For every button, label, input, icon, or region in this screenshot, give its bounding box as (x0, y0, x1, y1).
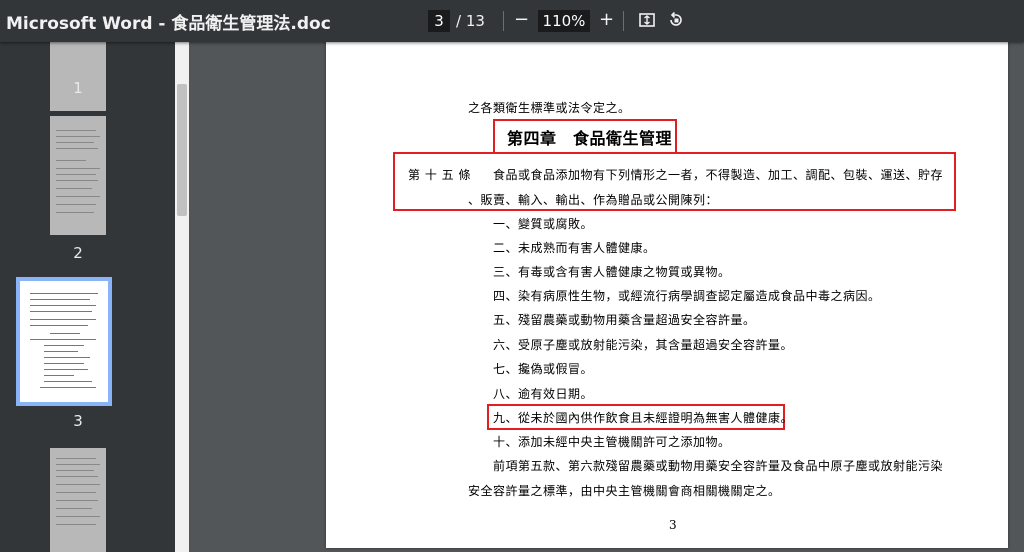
text-line: 之各類衛生標準或法令定之。 (468, 101, 631, 115)
thumbnail-page-4[interactable] (50, 448, 106, 552)
list-item: 二、未成熟而有害人體健康。 (493, 241, 656, 255)
fit-page-icon[interactable] (638, 11, 656, 29)
sidebar-scrollbar-thumb[interactable] (177, 84, 187, 216)
viewer-toolbar: Microsoft Word - 食品衛生管理法.doc 3 / 13 − 11… (0, 0, 1024, 42)
thumbnail-sidebar: 1 2 3 (0, 42, 175, 552)
article-text: 食品或食品添加物有下列情形之一者，不得製造、加工、調配、包裝、運送、貯存 (493, 168, 944, 182)
paragraph-line: 安全容許量之標準，由中央主管機關會商相關機關定之。 (468, 484, 781, 498)
list-item: 九、從未於國內供作飲食且未經證明為無害人體健康。 (493, 411, 794, 425)
zoom-in-button[interactable]: + (599, 9, 614, 31)
document-viewport: 之各類衛生標準或法令定之。 第四章 食品衛生管理 第 十 五 條 食品或食品添加… (189, 42, 1024, 552)
list-item: 三、有毒或含有害人體健康之物質或異物。 (493, 265, 731, 279)
list-item: 六、受原子塵或放射能污染，其含量超過安全容許量。 (493, 338, 794, 352)
page-footer-number: 3 (669, 518, 677, 532)
paragraph-line: 前項第五款、第六款殘留農藥或動物用藥安全容許量及食品中原子塵或放射能污染 (493, 459, 944, 473)
thumbnail-label: 1 (73, 79, 83, 97)
page-total: / 13 (456, 12, 485, 30)
list-item: 四、染有病原性生物，或經流行病學調查認定屬造成食品中毒之病因。 (493, 289, 881, 303)
list-item: 十、添加未經中央主管機關許可之添加物。 (493, 435, 731, 449)
toolbar-divider (623, 11, 624, 31)
article-label: 第 十 五 條 (408, 168, 471, 182)
document-page: 之各類衛生標準或法令定之。 第四章 食品衛生管理 第 十 五 條 食品或食品添加… (326, 42, 1008, 548)
list-item: 一、變質或腐敗。 (493, 217, 594, 231)
list-item: 八、逾有效日期。 (493, 387, 594, 401)
zoom-out-button[interactable]: − (514, 9, 529, 31)
thumbnail-page-2[interactable] (50, 116, 106, 235)
thumbnail-page-3[interactable] (16, 277, 112, 406)
toolbar-divider (503, 11, 504, 31)
chapter-title: 第四章 食品衛生管理 (507, 129, 673, 148)
rotate-icon[interactable] (667, 11, 685, 29)
page-number-input[interactable]: 3 (428, 10, 450, 32)
thumbnail-label: 2 (73, 244, 83, 262)
article-text: 、販賣、輸入、輸出、作為贈品或公開陳列： (468, 193, 719, 207)
list-item: 七、攙偽或假冒。 (493, 362, 594, 376)
zoom-level-input[interactable]: 110% (538, 10, 590, 32)
document-title: Microsoft Word - 食品衛生管理法.doc (6, 14, 331, 34)
thumbnail-label: 3 (73, 412, 83, 430)
list-item: 五、殘留農藥或動物用藥含量超過安全容許量。 (493, 313, 756, 327)
thumbnail-page-1[interactable] (50, 42, 106, 111)
